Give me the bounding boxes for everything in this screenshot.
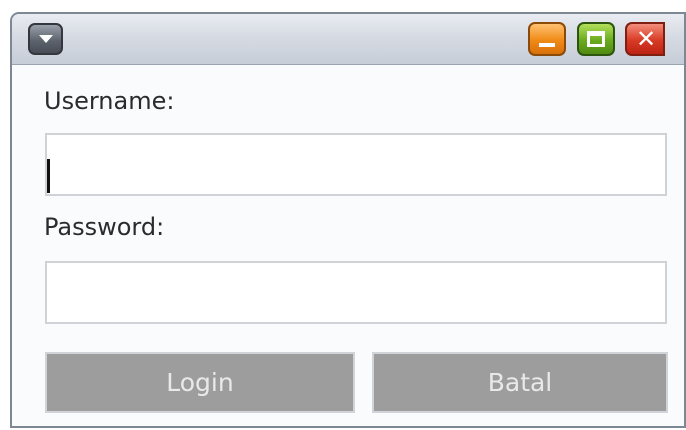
minimize-button[interactable]: [528, 22, 566, 56]
login-window: ✕ Username: Password: Login Batal: [10, 12, 686, 428]
username-label: Username:: [44, 87, 175, 115]
cancel-button[interactable]: Batal: [372, 352, 668, 413]
minimize-icon: [539, 43, 555, 47]
close-button[interactable]: ✕: [625, 22, 665, 56]
maximize-icon: [587, 31, 605, 47]
password-input[interactable]: [45, 261, 667, 324]
password-label: Password:: [44, 213, 165, 241]
username-input[interactable]: [45, 133, 667, 196]
close-icon: ✕: [635, 25, 657, 53]
login-form: Username: Password: Login Batal: [12, 65, 684, 426]
chevron-down-icon: [39, 35, 53, 43]
login-button[interactable]: Login: [45, 352, 355, 413]
maximize-button[interactable]: [577, 22, 615, 56]
title-bar[interactable]: ✕: [12, 14, 684, 65]
system-menu-button[interactable]: [28, 23, 63, 55]
text-cursor: [47, 159, 50, 193]
